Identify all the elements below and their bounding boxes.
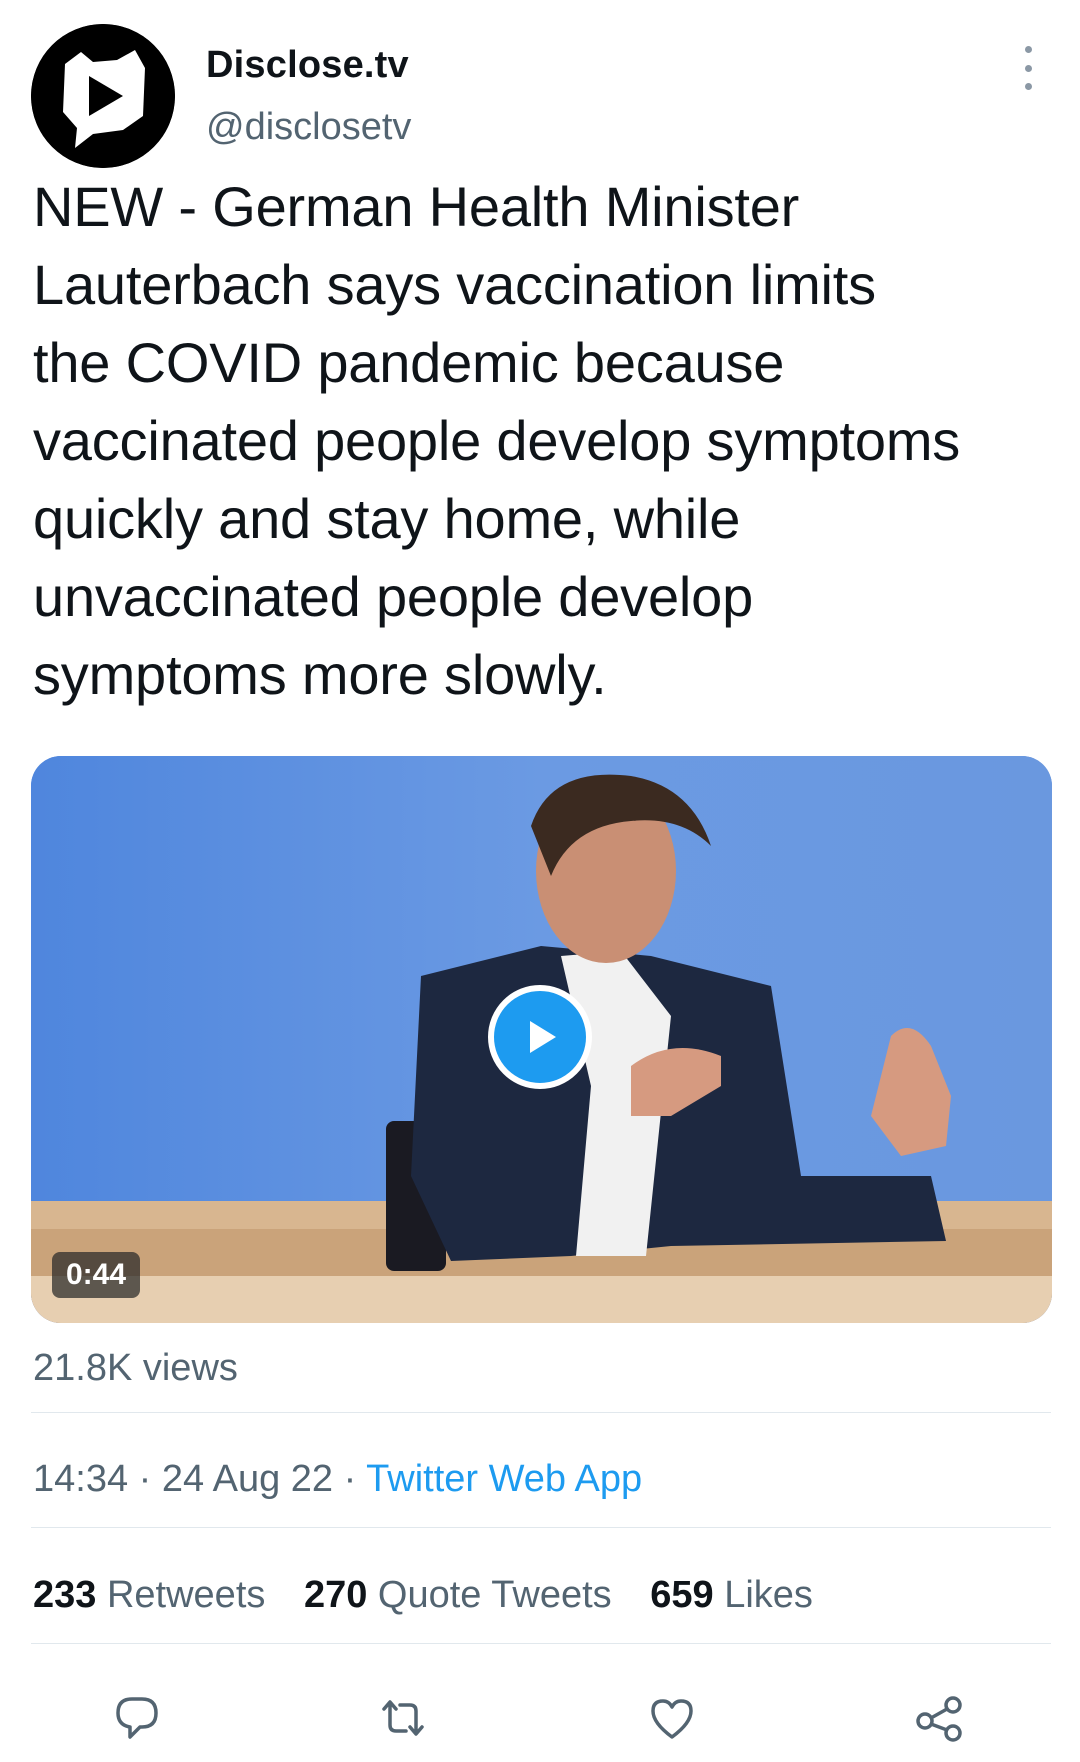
dot <box>1024 64 1032 72</box>
tweet-date[interactable]: 24 Aug 22 <box>162 1458 333 1500</box>
play-button[interactable] <box>488 985 592 1089</box>
tweet-detail: Disclose.tv @disclosetv NEW - German Hea… <box>0 0 1080 1762</box>
tweet-source-link[interactable]: Twitter Web App <box>366 1458 642 1500</box>
tweet-time[interactable]: 14:34 <box>33 1458 128 1500</box>
reply-icon <box>116 1697 158 1739</box>
retweet-icon <box>382 1700 424 1736</box>
like-button[interactable] <box>642 1688 702 1748</box>
quote-tweets-label: Quote Tweets <box>377 1574 612 1616</box>
quote-tweets-count: 270 <box>303 1574 368 1616</box>
action-bar <box>0 1688 1080 1748</box>
view-count: 21.8K views <box>33 1347 238 1389</box>
divider <box>31 1527 1051 1528</box>
retweet-button[interactable] <box>373 1688 433 1748</box>
meta-separator: · <box>333 1458 367 1500</box>
tweet-text: NEW - German Health Minister Lauterbach … <box>33 175 961 706</box>
retweets-label: Retweets <box>106 1574 266 1616</box>
engagement-stats: 233 Retweets 270 Quote Tweets 659 Likes <box>33 1574 841 1617</box>
dot <box>1024 83 1032 90</box>
share-icon <box>916 1696 962 1742</box>
play-icon <box>530 1021 556 1053</box>
disclose-tv-logo-icon <box>31 24 175 168</box>
share-button[interactable] <box>910 1688 970 1748</box>
likes-stat[interactable]: 659 Likes <box>650 1574 813 1616</box>
retweets-count: 233 <box>33 1574 97 1616</box>
tweet-meta: 14:34 · 24 Aug 22 · Twitter Web App <box>33 1458 642 1501</box>
retweets-stat[interactable]: 233 Retweets <box>33 1574 265 1616</box>
divider <box>31 1643 1051 1644</box>
handle[interactable]: @disclosetv <box>206 106 411 149</box>
more-options-icon[interactable] <box>1008 46 1048 90</box>
divider <box>31 1412 1051 1413</box>
meta-separator: · <box>128 1458 162 1500</box>
likes-count: 659 <box>650 1574 714 1616</box>
dot <box>1024 46 1032 53</box>
reply-button[interactable] <box>107 1688 167 1748</box>
display-name[interactable]: Disclose.tv <box>206 44 409 87</box>
likes-label: Likes <box>724 1574 813 1616</box>
quote-tweets-stat[interactable]: 270 Quote Tweets <box>304 1574 612 1616</box>
video-duration-badge: 0:44 <box>52 1252 141 1298</box>
like-icon <box>651 1699 693 1739</box>
avatar[interactable] <box>31 24 175 168</box>
